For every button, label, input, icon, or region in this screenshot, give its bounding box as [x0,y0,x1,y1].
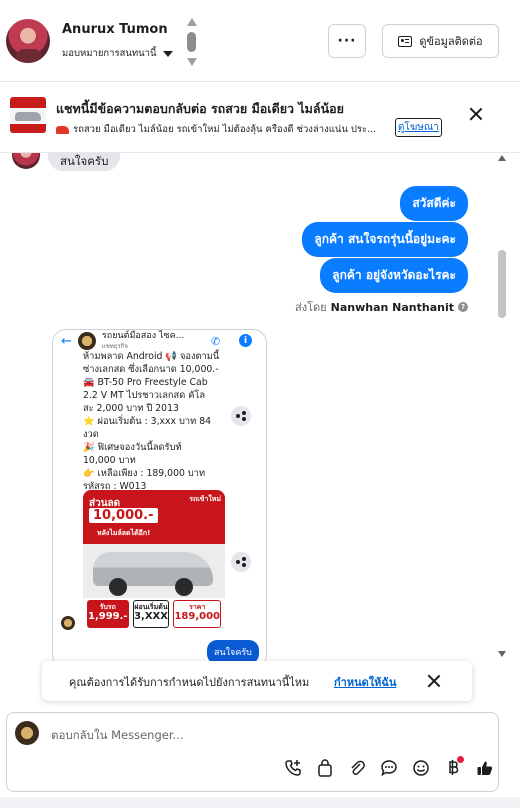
down-payment-cell: รับรถ 1,999.- [87,600,129,628]
total-price-cell: ราคา 189,000 [173,600,221,628]
page-avatar-small [61,616,75,630]
ad-thumbnail [10,97,46,133]
view-contact-label: ดูข้อมูลติดต่อ [419,35,483,48]
thumbs-up-icon[interactable] [469,757,501,779]
paperclip-icon[interactable] [341,757,373,779]
sent-by-name: Nanwhan Nanthanit [330,300,454,314]
price-row: รับรถ 1,999.- ผ่อนเริ่มต้น 3,XXX ราคา 18… [87,600,221,628]
more-icon: ··· [337,33,357,49]
composer-toolbar [277,756,501,779]
assign-prompt: คุณต้องการได้รับการกำหนดไปยังการสนทนานี้… [42,661,472,701]
view-contact-button[interactable]: ดูข้อมูลติดต่อ [382,24,499,58]
thread-scrollbar[interactable] [498,155,508,660]
outgoing-message[interactable]: ลูกค้า อยู่จังหวัดอะไรคะ [320,258,468,293]
page-name: รถยนต์มือสอง ไซค... [101,331,185,341]
close-banner-button[interactable] [469,107,485,123]
scroll-down-icon[interactable] [498,651,506,657]
share-icon [236,411,246,421]
reply-input[interactable]: ตอบกลับใน Messenger... [51,727,183,745]
outgoing-message[interactable]: สวัสดีค่ะ [400,186,468,221]
assign-label: มอบหมายการสนทนานี้ [62,48,157,59]
promo-subtitle: หลังไมล์ลดได้อีก! [97,529,151,537]
monthly-value: 3,XXX [134,611,168,622]
pickup-truck-image [93,552,213,596]
contact-card-icon [398,35,413,47]
sent-by-prefix: ส่งโดย [295,301,327,314]
outgoing-message[interactable]: ลูกค้า สนใจรถรุ่นนี้อยู่มะคะ [302,222,468,257]
page-avatar [15,721,39,745]
ad-reply-banner: แชทนี้มีข้อความตอบกลับต่อ รถสวย มือเดียว… [0,82,520,153]
contact-avatar-small [12,153,40,169]
page-avatar [77,332,96,350]
close-prompt-button[interactable] [427,674,439,686]
chat-bubble-icon[interactable] [373,757,405,779]
attachment-header: ← รถยนต์มือสอง ไซค... แชทธุรกิจ ✆ i [53,330,266,352]
info-icon: i [239,334,252,347]
message-thread[interactable]: สนใจครับ สวัสดีค่ะ ลูกค้า สนใจรถรุ่นนี้อ… [0,153,520,708]
assign-to-me-link[interactable]: กำหนดให้ฉัน [334,673,396,691]
share-icon [236,557,246,567]
assign-prompt-text: คุณต้องการได้รับการกำหนดไปยังการสนทนานี้… [69,676,310,689]
down-payment-value: 1,999.- [88,611,128,622]
scroll-thumb[interactable] [187,32,196,52]
help-icon[interactable]: ? [458,302,468,312]
page-title-block: รถยนต์มือสอง ไซค... แชทธุรกิจ [102,331,184,351]
chevron-down-icon [162,51,173,57]
share-button[interactable] [231,406,251,426]
more-options-button[interactable]: ··· [328,24,366,58]
ad-banner-subtitle: รถสวย มือเดียว ไมล์น้อย รถเข้าใหม่ ไม่ต้… [73,124,377,135]
message-composer: ตอบกลับใน Messenger... [6,712,499,792]
close-icon [469,107,483,121]
ad-banner-title: แชทนี้มีข้อความตอบกลับต่อ รถสวย มือเดียว… [56,101,344,116]
shopping-bag-icon[interactable] [309,757,341,779]
back-arrow-icon: ← [61,333,72,349]
share-button[interactable] [231,552,251,572]
window-bottom-edge [0,797,520,808]
emoji-icon[interactable] [405,757,437,779]
promo-tag: รถเข้าใหม่ [189,495,221,503]
view-ad-link[interactable]: ดูโฆษณา [395,118,442,137]
contact-avatar[interactable] [6,19,50,63]
phone-icon: ✆ [211,335,221,348]
total-price-value: 189,000 [174,611,220,622]
assign-dropdown[interactable]: มอบหมายการสนทนานี้ [62,46,173,61]
monthly-cell: ผ่อนเริ่มต้น 3,XXX [132,600,170,628]
scroll-up-icon[interactable] [187,18,197,26]
contact-name[interactable]: Anurux Tumon [62,22,168,37]
baht-icon[interactable] [437,756,469,779]
post-text: ห้ามพลาด Android 📢 จองตามนี้ ซ่างเลกสด ซ… [83,351,220,492]
scroll-up-icon[interactable] [498,155,506,161]
car-icon [56,125,69,134]
call-add-icon[interactable] [277,757,309,779]
scroll-down-icon[interactable] [187,58,197,66]
incoming-message[interactable]: สนใจครับ [48,153,121,171]
header-scroll-control[interactable] [186,18,198,66]
sent-by-label: ส่งโดย Nanwhan Nanthanit ? [295,298,468,316]
notification-dot [457,756,464,763]
close-icon [427,674,439,686]
promo-image: ส่วนลด 10,000.- หลังไมล์ลดได้อีก! รถเข้า… [83,490,225,632]
scroll-thumb[interactable] [498,250,506,318]
ad-banner-subtitle-row: รถสวย มือเดียว ไมล์น้อย รถเข้าใหม่ ไม่ต้… [56,122,376,137]
conversation-header: Anurux Tumon มอบหมายการสนทนานี้ ··· ดูข้… [0,0,520,82]
image-attachment[interactable]: ← รถยนต์มือสอง ไซค... แชทธุรกิจ ✆ i ห้าม… [52,329,267,669]
promo-amount: 10,000.- [89,508,158,523]
